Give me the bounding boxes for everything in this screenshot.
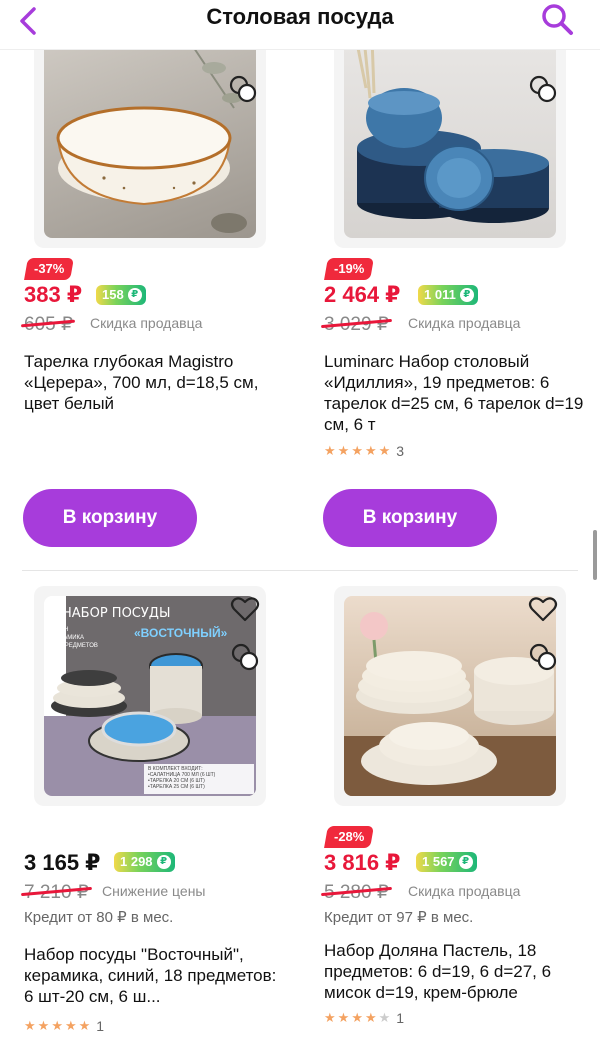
heart-icon[interactable] (528, 594, 558, 624)
star-icon: ★ (351, 1010, 363, 1025)
old-price-note: Снижение цены (102, 883, 206, 899)
review-count: 1 (396, 1010, 405, 1026)
image-spec: В КОМПЛЕКТ ВХОДИТ: •САЛАТНИЦА 700 МЛ (6 … (148, 766, 216, 790)
review-count: 3 (396, 443, 405, 459)
review-count: 1 (96, 1018, 105, 1034)
rating: ★ ★ ★ ★ ★ 1 (324, 1010, 404, 1026)
star-icon: ★ (37, 1018, 50, 1033)
bonus-badge: 1 298 ₽ (114, 852, 175, 872)
star-icon: ★ (337, 1010, 350, 1025)
heart-icon[interactable] (230, 594, 260, 624)
bonus-badge: 1 567 ₽ (416, 852, 477, 872)
bonus-badge: 158 ₽ (96, 285, 146, 305)
old-price-note: Скидка продавца (408, 315, 521, 331)
star-icon: ★ (378, 443, 391, 458)
old-price: 7 210 ₽ (21, 881, 93, 904)
top-bar: Столовая посуда (0, 0, 600, 50)
credit-info: Кредит от 80 ₽ в мес. (24, 909, 174, 926)
image-subtitle: «ВОСТОЧНЫЙ» (134, 626, 228, 640)
image-bullets: •ИРАН •КЕРАМИКА •18 ПРЕДМЕТОВ (50, 627, 98, 649)
old-price: 605 ₽ (20, 313, 76, 336)
product-name[interactable]: Luminarc Набор столовый «Идиллия», 19 пр… (324, 351, 584, 435)
coin-icon: ₽ (127, 288, 142, 302)
compare-icon[interactable] (228, 74, 258, 104)
compare-icon[interactable] (528, 74, 558, 104)
star-icon: ★ (351, 443, 363, 458)
star-icon: ★ (364, 1010, 377, 1025)
rating: ★ ★ ★ ★ ★ 3 (324, 443, 404, 459)
old-price: 3 029 ₽ (321, 313, 393, 336)
product-name[interactable]: Набор Доляна Пастель, 18 предметов: 6 d=… (324, 940, 586, 1003)
old-price: 5 280 ₽ (321, 881, 393, 904)
star-icon: ★ (64, 1018, 77, 1033)
star-icon: ★ (364, 443, 377, 458)
star-empty-icon: ★ (378, 1010, 391, 1025)
product-image[interactable] (34, 28, 266, 248)
discount-badge: -19% (324, 258, 375, 280)
add-to-cart-button[interactable]: В корзину (23, 489, 197, 547)
discount-badge: -37% (24, 258, 75, 280)
star-icon: ★ (324, 1010, 336, 1025)
search-icon[interactable] (540, 2, 574, 36)
bonus-badge: 1 011 ₽ (418, 285, 478, 305)
scrollbar[interactable] (593, 530, 597, 580)
star-icon: ★ (78, 1018, 91, 1033)
image-title: НАБОР ПОСУДЫ (62, 606, 171, 621)
credit-info: Кредит от 97 ₽ в мес. (324, 909, 474, 926)
price: 2 464 ₽ (324, 282, 401, 307)
add-to-cart-button[interactable]: В корзину (323, 489, 497, 547)
old-price-note: Скидка продавца (90, 315, 203, 331)
coin-icon: ₽ (459, 288, 474, 302)
price: 3 165 ₽ (24, 850, 101, 875)
rating: ★ ★ ★ ★ ★ 1 (24, 1018, 104, 1034)
discount-badge: -28% (324, 826, 375, 848)
product-name[interactable]: Набор посуды "Восточный", керамика, сини… (24, 944, 286, 1007)
row-divider (22, 570, 578, 571)
compare-icon[interactable] (528, 642, 558, 672)
coin-icon: ₽ (156, 855, 171, 869)
star-icon: ★ (337, 443, 350, 458)
star-icon: ★ (324, 443, 336, 458)
star-icon: ★ (51, 1018, 63, 1033)
price: 3 816 ₽ (324, 850, 401, 875)
product-name[interactable]: Тарелка глубокая Magistro «Церера», 700 … (24, 351, 284, 414)
price: 383 ₽ (24, 282, 83, 307)
product-image[interactable] (334, 28, 566, 248)
old-price-note: Скидка продавца (408, 883, 521, 899)
star-icon: ★ (24, 1018, 36, 1033)
coin-icon: ₽ (458, 855, 473, 869)
compare-icon[interactable] (230, 642, 260, 672)
page-title: Столовая посуда (206, 4, 394, 29)
